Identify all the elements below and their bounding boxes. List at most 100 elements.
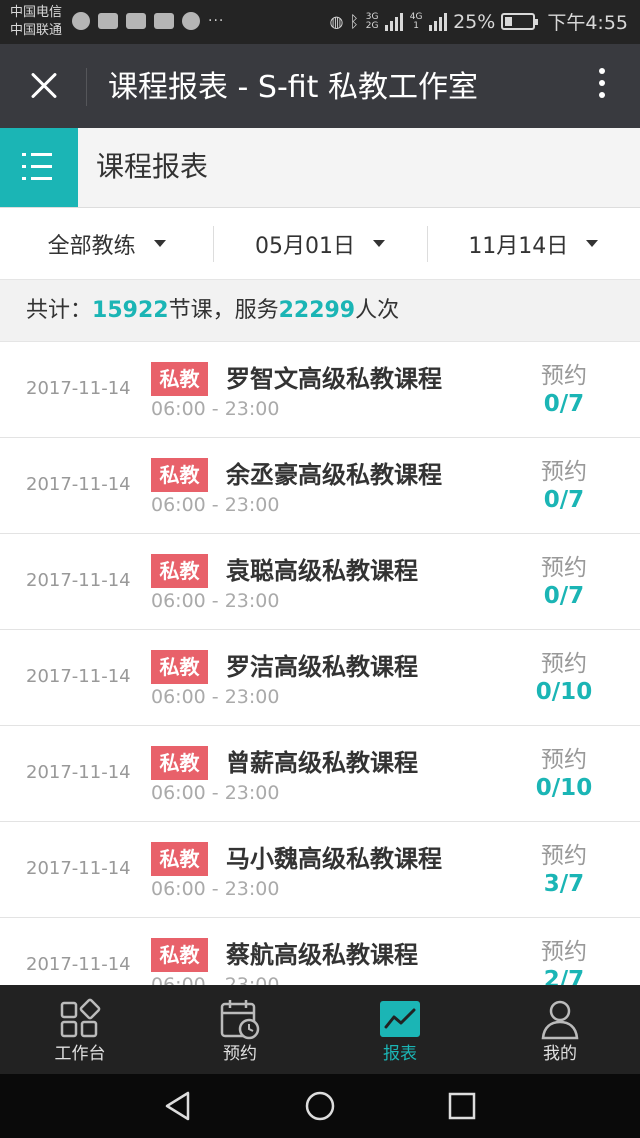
tab-mine-label: 我的 (543, 1044, 577, 1064)
chevron-down-icon (372, 240, 385, 247)
workbench-icon (60, 998, 101, 1038)
tab-workbench[interactable]: 工作台 (0, 985, 160, 1074)
filter-bar: 全部教练 05月01日 11月14日 (0, 208, 640, 280)
course-type-badge: 私教 (151, 938, 208, 972)
list-item[interactable]: 2017-11-14 私教 罗智文高级私教课程 06:00 - 23:00 预约… (0, 342, 640, 438)
battery-icon (501, 13, 539, 30)
signal-icon (385, 12, 404, 31)
network-type-1: 3G 2G (365, 11, 379, 31)
clock: 下午4:55 (547, 12, 628, 34)
coach-filter-dropdown[interactable]: 全部教练 (0, 208, 213, 279)
system-icons: ◍ ᛒ 3G 2G 4G 1 25% 下午4:55 (330, 8, 628, 35)
course-date: 2017-11-14 (26, 570, 131, 591)
bottom-tab-bar: 工作台 预约 报表 我的 (0, 985, 640, 1074)
end-date-dropdown[interactable]: 11月14日 (426, 208, 640, 279)
network-type-2: 4G 1 (409, 11, 423, 31)
course-time: 06:00 - 23:00 (151, 782, 280, 804)
course-name: 罗智文高级私教课程 (226, 365, 442, 393)
tab-mine[interactable]: 我的 (480, 985, 640, 1074)
cloud-icon (72, 12, 90, 30)
course-date: 2017-11-14 (26, 858, 131, 879)
summary-prefix: 共计： (26, 298, 93, 323)
recents-square-icon[interactable] (446, 1090, 478, 1122)
course-time: 06:00 - 23:00 (151, 878, 280, 900)
summary-suffix: 人次 (355, 298, 400, 323)
course-type-badge: 私教 (151, 746, 208, 780)
title-bar: 课程报表 - S-fit 私教工作室 (0, 44, 640, 128)
course-time: 06:00 - 23:00 (151, 398, 280, 420)
course-time: 06:00 - 23:00 (151, 974, 280, 985)
course-name: 罗洁高级私教课程 (226, 653, 418, 681)
course-type-badge: 私教 (151, 554, 208, 588)
chart-icon (380, 1001, 420, 1037)
course-name: 余丞豪高级私教课程 (226, 461, 442, 489)
list-item[interactable]: 2017-11-14 私教 袁聪高级私教课程 06:00 - 23:00 预约 … (0, 534, 640, 630)
list-item[interactable]: 2017-11-14 私教 罗洁高级私教课程 06:00 - 23:00 预约 … (0, 630, 640, 726)
carrier-names: 中国电信 中国联通 (10, 4, 62, 40)
photo-icon (154, 13, 174, 29)
booking-count: 3/7 (543, 871, 585, 897)
calendar-clock-icon (220, 1000, 260, 1040)
course-date: 2017-11-14 (26, 474, 131, 495)
booking-label: 预约 (541, 939, 587, 965)
carrier-1: 中国电信 (10, 5, 63, 20)
chevron-down-icon (153, 240, 166, 247)
divider (86, 68, 87, 106)
more-vertical-icon[interactable] (594, 68, 610, 106)
course-type-badge: 私教 (151, 650, 208, 684)
page-title: 课程报表 (96, 150, 209, 183)
course-name: 马小魏高级私教课程 (226, 845, 442, 873)
course-type-badge: 私教 (151, 842, 208, 876)
course-time: 06:00 - 23:00 (151, 494, 280, 516)
start-date-dropdown[interactable]: 05月01日 (213, 208, 426, 279)
list-item[interactable]: 2017-11-14 私教 余丞豪高级私教课程 06:00 - 23:00 预约… (0, 438, 640, 534)
booking-count: 0/7 (543, 487, 585, 513)
message-icon (98, 13, 118, 29)
list-item[interactable]: 2017-11-14 私教 蔡航高级私教课程 06:00 - 23:00 预约 … (0, 918, 640, 985)
chevron-down-icon (586, 240, 599, 247)
booking-label: 预约 (541, 651, 587, 677)
status-bar: 中国电信 中国联通 ··· ◍ ᛒ 3G 2G 4G 1 25% 下午4:55 (0, 0, 640, 44)
summary-bar: 共计：15922节课，服务22299人次 (0, 280, 640, 342)
tab-workbench-label: 工作台 (54, 1044, 106, 1064)
booking-count: 0/10 (535, 775, 593, 801)
booking-label: 预约 (541, 843, 587, 869)
course-type-badge: 私教 (151, 362, 208, 396)
course-name: 蔡航高级私教课程 (226, 941, 418, 969)
app-icon (126, 13, 146, 29)
tab-booking[interactable]: 预约 (160, 985, 320, 1074)
close-icon[interactable] (24, 66, 64, 106)
booking-label: 预约 (541, 363, 587, 389)
list-menu-icon[interactable] (0, 128, 78, 207)
user-icon (541, 1000, 579, 1040)
booking-label: 预约 (541, 459, 587, 485)
home-circle-icon[interactable] (304, 1090, 336, 1122)
course-date: 2017-11-14 (26, 666, 131, 687)
course-date: 2017-11-14 (26, 954, 131, 975)
coach-filter-label: 全部教练 (47, 233, 136, 259)
chat-icon (182, 12, 200, 30)
page-header: 课程报表 (0, 128, 640, 208)
course-list: 2017-11-14 私教 罗智文高级私教课程 06:00 - 23:00 预约… (0, 342, 640, 985)
course-name: 袁聪高级私教课程 (226, 557, 418, 585)
lesson-count: 15922 (92, 298, 169, 323)
signal-icon (429, 12, 448, 31)
booking-count: 0/7 (543, 583, 585, 609)
system-nav-bar (0, 1074, 640, 1138)
tab-report[interactable]: 报表 (320, 985, 480, 1074)
bluetooth-icon: ᛒ (349, 12, 360, 31)
list-item[interactable]: 2017-11-14 私教 马小魏高级私教课程 06:00 - 23:00 预约… (0, 822, 640, 918)
start-date-label: 05月01日 (254, 233, 355, 259)
course-name: 曾薪高级私教课程 (226, 749, 418, 777)
booking-label: 预约 (541, 555, 587, 581)
course-time: 06:00 - 23:00 (151, 686, 280, 708)
vibrate-icon: ◍ (329, 12, 344, 31)
course-time: 06:00 - 23:00 (151, 590, 280, 612)
carrier-2: 中国联通 (10, 23, 63, 38)
tab-report-label: 报表 (383, 1044, 417, 1064)
overflow-dots: ··· (208, 13, 225, 29)
back-triangle-icon[interactable] (162, 1090, 194, 1122)
booking-count: 0/7 (543, 391, 585, 417)
list-item[interactable]: 2017-11-14 私教 曾薪高级私教课程 06:00 - 23:00 预约 … (0, 726, 640, 822)
battery-percent: 25% (453, 10, 496, 33)
